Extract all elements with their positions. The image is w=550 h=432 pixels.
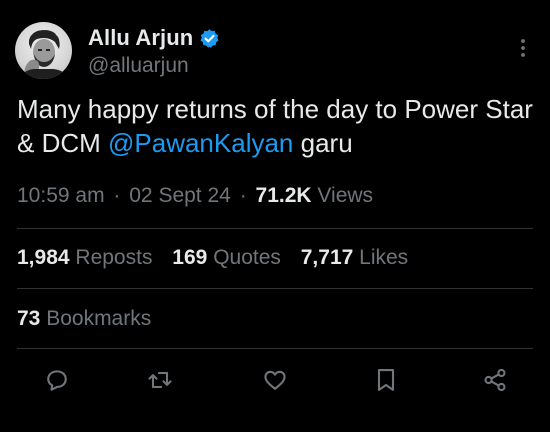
bookmark-icon[interactable] — [372, 366, 400, 394]
tweet-time[interactable]: 10:59 am — [17, 184, 105, 207]
meta-separator: · — [113, 184, 121, 207]
likes-label: Likes — [359, 246, 409, 269]
tweet-detail: Allu Arjun @alluarjun Many happy returns… — [0, 0, 550, 432]
more-options-icon[interactable] — [514, 37, 532, 59]
divider — [17, 288, 533, 289]
reply-icon[interactable] — [43, 366, 71, 394]
avatar[interactable] — [15, 22, 72, 79]
verified-badge-icon — [199, 28, 220, 49]
tweet-text-end: garu — [293, 128, 353, 158]
quotes-count: 169 — [172, 246, 208, 269]
quotes-stat[interactable]: 169 Quotes — [172, 246, 281, 270]
share-icon[interactable] — [481, 366, 509, 394]
bookmarks-count: 73 — [17, 307, 41, 330]
bookmarks-label: Bookmarks — [46, 307, 152, 330]
divider — [17, 348, 533, 349]
likes-stat[interactable]: 7,717 Likes — [301, 246, 408, 270]
author-name-row[interactable]: Allu Arjun — [88, 24, 220, 52]
author-handle[interactable]: @alluarjun — [88, 54, 189, 78]
author-display-name[interactable]: Allu Arjun — [88, 25, 193, 51]
engagement-stats: 1,984 Reposts 169 Quotes 7,717 Likes — [17, 246, 422, 270]
quotes-label: Quotes — [213, 246, 281, 269]
reposts-count: 1,984 — [17, 246, 70, 269]
reposts-label: Reposts — [75, 246, 153, 269]
bookmarks-stat[interactable]: 73 Bookmarks — [17, 307, 151, 331]
meta-separator: · — [239, 184, 247, 207]
tweet-meta: 10:59 am · 02 Sept 24 · 71.2K Views — [17, 184, 373, 208]
views-label: Views — [317, 184, 374, 207]
tweet-date[interactable]: 02 Sept 24 — [129, 184, 231, 207]
mention-link[interactable]: @PawanKalyan — [108, 128, 293, 158]
likes-count: 7,717 — [300, 246, 354, 269]
like-icon[interactable] — [261, 366, 289, 394]
reposts-stat[interactable]: 1,984 Reposts — [17, 246, 152, 270]
divider — [17, 228, 533, 229]
repost-icon[interactable] — [146, 366, 174, 394]
views-count: 71.2K — [255, 184, 312, 207]
tweet-text: Many happy returns of the day to Power S… — [17, 92, 537, 160]
